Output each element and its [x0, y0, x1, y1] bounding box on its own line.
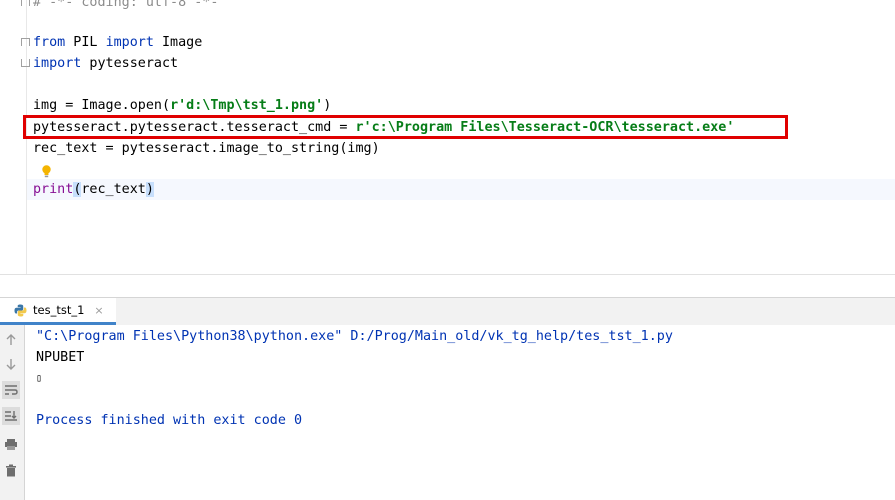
run-tab-bar: tes_tst_1 ×	[0, 297, 895, 326]
run-console-output[interactable]: "C:\Program Files\Python38\python.exe" D…	[25, 325, 895, 500]
highlight-box	[23, 115, 788, 139]
console-output-line-2: ▯	[36, 373, 43, 384]
soft-wrap-icon[interactable]	[2, 381, 20, 399]
console-toolbar	[0, 325, 25, 500]
tab-close-icon[interactable]: ×	[94, 304, 103, 317]
console-output-line-1: NPUBET	[36, 350, 85, 365]
tab-tes-tst-1[interactable]: tes_tst_1 ×	[0, 298, 116, 325]
trash-icon[interactable]	[2, 461, 20, 479]
code-line-8: rec_text = pytesseract.image_to_string(i…	[33, 141, 380, 156]
code-line-1: # -*- coding: utf-8 -*-	[33, 0, 219, 10]
console-command-line: "C:\Program Files\Python38\python.exe" D…	[36, 329, 673, 344]
scroll-to-end-icon[interactable]	[2, 407, 20, 425]
code-editor[interactable]: # -*- coding: utf-8 -*- from PIL import …	[0, 0, 895, 274]
panel-divider[interactable]	[0, 274, 895, 297]
python-icon	[14, 304, 27, 316]
code-line-6: img = Image.open(r'd:\Tmp\tst_1.png')	[33, 98, 332, 113]
print-icon[interactable]	[2, 435, 20, 453]
code-line-4: import pytesseract	[33, 56, 179, 71]
code-line-10: print(rec_text)	[33, 182, 154, 197]
code-line-3: from PIL import Image	[33, 35, 203, 50]
lightbulb-icon[interactable]	[42, 165, 51, 178]
fold-marker-icon[interactable]	[21, 0, 30, 6]
fold-marker-icon[interactable]	[21, 38, 30, 46]
arrow-up-icon[interactable]	[2, 331, 20, 349]
arrow-down-icon[interactable]	[2, 355, 20, 373]
current-line-highlight	[27, 179, 895, 200]
console-exit-message: Process finished with exit code 0	[36, 413, 303, 428]
fold-end-icon[interactable]	[21, 59, 30, 67]
tab-label: tes_tst_1	[33, 303, 85, 317]
